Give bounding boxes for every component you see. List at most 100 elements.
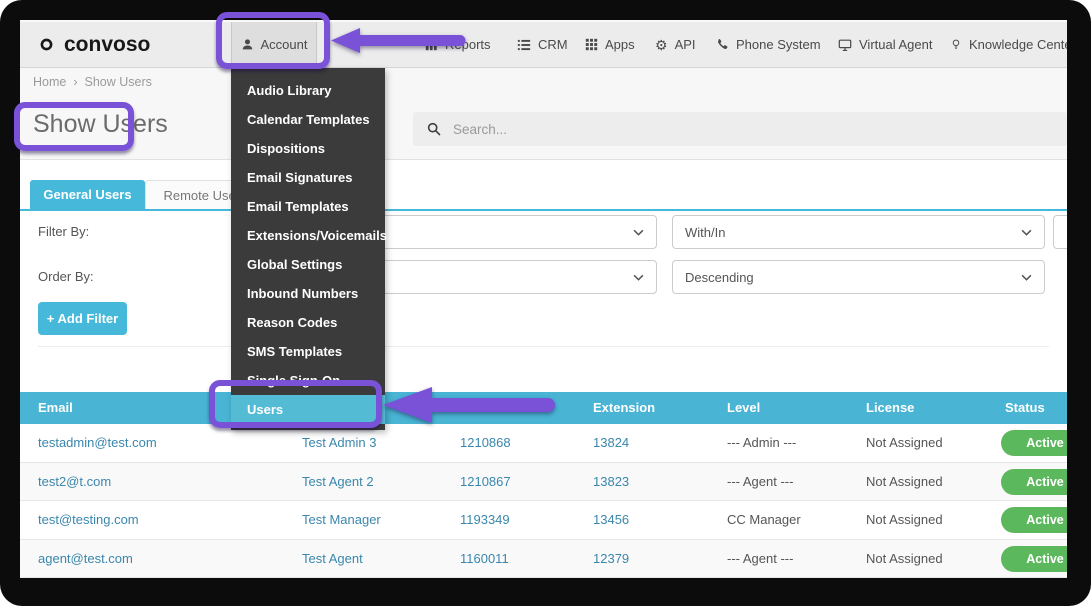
cell-extension: 12379 [593, 540, 629, 578]
column-header-license: License [866, 392, 914, 424]
menu-item-extensions-voicemails[interactable]: Extensions/Voicemails [231, 221, 385, 250]
account-dropdown-menu: Audio LibraryCalendar TemplatesDispositi… [231, 68, 385, 430]
nav-item-knowledge-center[interactable]: Knowledge Center [950, 22, 1067, 67]
nav-item-apps[interactable]: Apps [585, 22, 635, 67]
email-link[interactable]: testadmin@test.com [38, 435, 157, 450]
cell-user_id: 1193349 [460, 501, 510, 539]
page-content: convoso AccountReportsCRMApps⚙APIPhone S… [20, 20, 1067, 578]
menu-item-email-signatures[interactable]: Email Signatures [231, 163, 385, 192]
search-icon [427, 122, 441, 136]
name-link[interactable]: Test Manager [302, 512, 381, 527]
name-link[interactable]: Test Agent 2 [302, 474, 374, 489]
menu-item-calendar-templates[interactable]: Calendar Templates [231, 105, 385, 134]
breadcrumb-separator-icon: › [73, 75, 77, 89]
menu-item-audio-library[interactable]: Audio Library [231, 76, 385, 105]
grid-icon [585, 38, 598, 51]
menu-item-global-settings[interactable]: Global Settings [231, 250, 385, 279]
breadcrumb-current: Show Users [85, 75, 152, 89]
email-link[interactable]: agent@test.com [38, 551, 133, 566]
table-row: test@testing.com Test Manager 1193349 13456… [20, 501, 1067, 540]
nav-item-label: Virtual Agent [859, 37, 932, 52]
cell-license: Not Assigned [866, 463, 943, 501]
user_id-link[interactable]: 1210867 [460, 474, 511, 489]
users-arrow [382, 385, 558, 430]
extension-link[interactable]: 13824 [593, 435, 629, 450]
column-header-extension: Extension [593, 392, 655, 424]
nav-item-phone-system[interactable]: Phone System [716, 22, 821, 67]
monitor-icon [838, 38, 852, 52]
list-icon [517, 38, 531, 52]
chevron-down-icon [1021, 229, 1032, 236]
nav-item-label: Knowledge Center [969, 37, 1067, 52]
filter-extra-select[interactable] [1053, 215, 1067, 249]
status-badge[interactable]: Active [1001, 546, 1067, 572]
nav-item-label: Phone System [736, 37, 821, 52]
filter-condition-select[interactable]: With/In [672, 215, 1045, 249]
cell-name: Test Agent [302, 540, 363, 578]
cell-extension: 13823 [593, 463, 629, 501]
nav-item-crm[interactable]: CRM [517, 22, 568, 67]
gear-icon: ⚙ [655, 38, 668, 52]
menu-item-inbound-numbers[interactable]: Inbound Numbers [231, 279, 385, 308]
nav-item-label: Apps [605, 37, 635, 52]
status-badge[interactable]: Active [1001, 469, 1067, 495]
column-header-level: Level [727, 392, 760, 424]
search-box [413, 112, 1067, 146]
account-highlight-box [216, 12, 330, 69]
user_id-link[interactable]: 1193349 [460, 512, 510, 527]
cell-license: Not Assigned [866, 424, 943, 462]
status-badge[interactable]: Active [1001, 430, 1067, 456]
order-field-select[interactable] [380, 260, 657, 294]
name-link[interactable]: Test Agent [302, 551, 363, 566]
account-arrow [330, 25, 471, 61]
nav-item-label: API [675, 37, 696, 52]
cell-level: --- Admin --- [727, 424, 796, 462]
search-input[interactable] [451, 121, 999, 138]
breadcrumb-home[interactable]: Home [33, 75, 66, 89]
order-by-label: Order By: [38, 269, 94, 284]
convoso-logo[interactable]: convoso [35, 22, 150, 67]
extension-link[interactable]: 13456 [593, 512, 629, 527]
email-link[interactable]: test@testing.com [38, 512, 139, 527]
name-link[interactable]: Test Admin 3 [302, 435, 376, 450]
table-row: test2@t.com Test Agent 2 1210867 13823 --- A… [20, 463, 1067, 502]
add-filter-button[interactable]: + Add Filter [38, 302, 127, 335]
column-header-status: Status [1005, 392, 1045, 424]
status-badge[interactable]: Active [1001, 507, 1067, 533]
user_id-link[interactable]: 1160011 [460, 551, 509, 566]
email-link[interactable]: test2@t.com [38, 474, 111, 489]
user_id-link[interactable]: 1210868 [460, 435, 511, 450]
nav-item-label: CRM [538, 37, 568, 52]
order-direction-select[interactable]: Descending [672, 260, 1045, 294]
cell-user_id: 1160011 [460, 540, 509, 578]
cell-level: --- Agent --- [727, 463, 793, 501]
chevron-down-icon [1021, 274, 1032, 281]
tab-general-users[interactable]: General Users [30, 180, 145, 209]
users-highlight-box [209, 380, 382, 428]
users-table-body: testadmin@test.com Test Admin 3 1210868 138… [20, 424, 1067, 578]
menu-item-sms-templates[interactable]: SMS Templates [231, 337, 385, 366]
cell-name: Test Agent 2 [302, 463, 374, 501]
extension-link[interactable]: 13823 [593, 474, 629, 489]
nav-item-virtual-agent[interactable]: Virtual Agent [838, 22, 932, 67]
column-header-email: Email [38, 392, 73, 424]
cell-level: CC Manager [727, 501, 801, 539]
title-highlight-box [14, 102, 134, 151]
user-tabs: General Users Remote Users [20, 180, 1067, 211]
menu-item-dispositions[interactable]: Dispositions [231, 134, 385, 163]
filter-field-select[interactable] [380, 215, 657, 249]
chevron-down-icon [633, 229, 644, 236]
nav-item-api[interactable]: ⚙ API [655, 22, 696, 67]
cell-email: test@testing.com [38, 501, 139, 539]
cell-level: --- Agent --- [727, 540, 793, 578]
menu-item-reason-codes[interactable]: Reason Codes [231, 308, 385, 337]
menu-item-email-templates[interactable]: Email Templates [231, 192, 385, 221]
cell-user_id: 1210867 [460, 463, 511, 501]
cell-extension: 13824 [593, 424, 629, 462]
top-navbar: convoso AccountReportsCRMApps⚙APIPhone S… [20, 20, 1067, 68]
cell-email: agent@test.com [38, 540, 133, 578]
lightbulb-icon [950, 38, 962, 51]
filter-by-label: Filter By: [38, 224, 89, 239]
extension-link[interactable]: 12379 [593, 551, 629, 566]
cell-license: Not Assigned [866, 540, 943, 578]
